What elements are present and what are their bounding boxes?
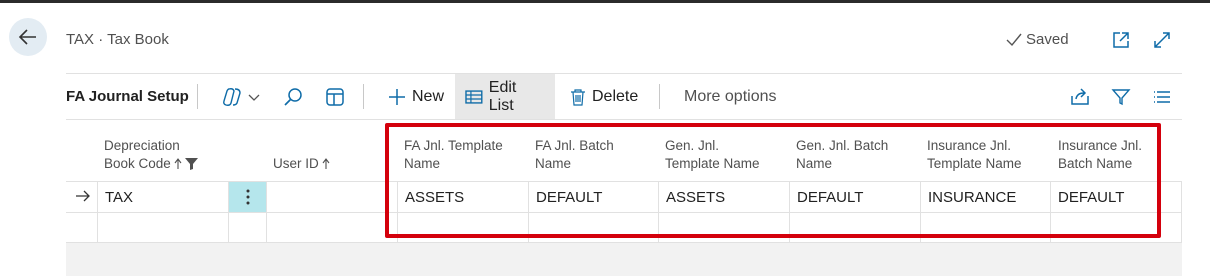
page-title: FA Journal Setup (66, 88, 189, 105)
edit-list-button[interactable]: Edit List (455, 74, 555, 119)
plus-icon (389, 88, 405, 105)
show-filter-pane-button[interactable] (324, 85, 346, 109)
edit-list-icon (465, 89, 483, 104)
toolbar-divider (363, 84, 364, 109)
column-header-depreciation-book-code[interactable]: Depreciation Book Code (104, 137, 198, 173)
search-icon (284, 88, 302, 106)
checkmark-icon (1006, 33, 1022, 46)
list-view-icon (1154, 91, 1170, 103)
grid-empty-area (66, 243, 1182, 276)
saved-label: Saved (1026, 31, 1069, 48)
action-bar: FA Journal Setup New Edit List Delete Mo… (66, 73, 1182, 119)
top-border (0, 0, 1210, 3)
expand-icon (1154, 32, 1170, 48)
copilot-menu-button[interactable] (221, 85, 261, 109)
expand-button[interactable] (1151, 29, 1173, 51)
grid-top-border (66, 119, 1182, 120)
share-button[interactable] (1069, 85, 1091, 109)
column-divider (1181, 181, 1182, 243)
delete-button[interactable]: Delete (560, 74, 648, 119)
delete-button-label: Delete (592, 87, 639, 105)
layout-panel-icon (326, 88, 344, 106)
copilot-icon (223, 88, 241, 106)
open-in-new-window-button[interactable] (1110, 29, 1132, 51)
list-view-button[interactable] (1152, 85, 1172, 109)
highlight-annotation-box (385, 123, 1161, 238)
more-vertical-icon (246, 189, 249, 205)
current-row-indicator (75, 189, 91, 208)
column-header-user-id[interactable]: User ID (273, 137, 330, 173)
arrow-left-icon (18, 29, 36, 45)
depreciation-book-code-cell[interactable]: TAX (105, 189, 133, 206)
trash-icon (571, 88, 585, 106)
row-actions-button[interactable] (229, 182, 266, 212)
new-button[interactable]: New (378, 74, 454, 119)
filter-applied-icon (184, 158, 198, 170)
open-new-window-icon (1113, 32, 1129, 48)
toolbar-divider (197, 84, 198, 109)
filter-button[interactable] (1111, 85, 1131, 109)
sort-ascending-icon (322, 158, 330, 169)
search-button[interactable] (282, 85, 304, 109)
chevron-down-icon (248, 94, 260, 101)
arrow-right-icon (76, 190, 90, 202)
breadcrumb: TAX · Tax Book (66, 31, 169, 48)
edit-list-button-label: Edit List (488, 78, 517, 114)
more-options-button[interactable]: More options (684, 88, 777, 106)
new-button-label: New (412, 87, 445, 105)
back-button[interactable] (9, 18, 47, 56)
saved-status: Saved (1006, 31, 1069, 48)
share-icon (1071, 88, 1089, 105)
filter-icon (1111, 89, 1131, 106)
sort-ascending-icon (174, 158, 182, 169)
toolbar-divider (659, 84, 660, 109)
